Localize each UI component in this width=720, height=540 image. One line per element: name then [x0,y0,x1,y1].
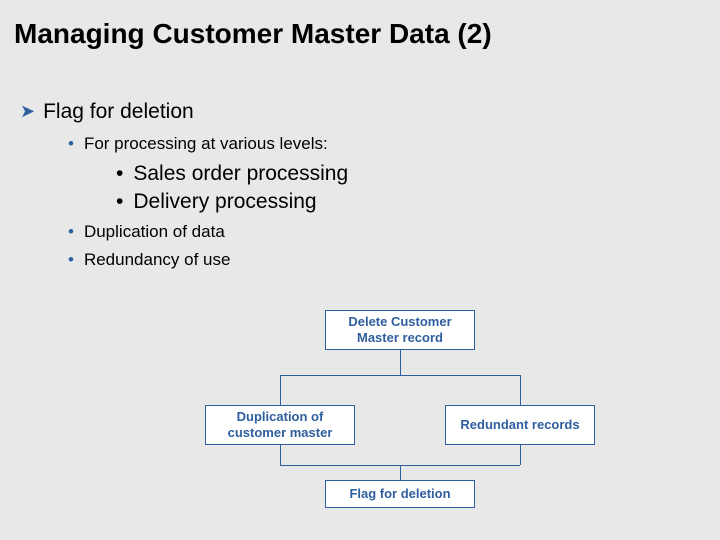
bullet-text: Delivery processing [133,190,316,213]
bullet-dot-icon: • [116,190,123,213]
connector-line [520,375,521,405]
bullet-dot-icon: • [68,250,74,269]
bullet-text: Duplication of data [84,222,225,241]
bullet-dot-icon: • [68,134,74,153]
bullet-level3: • Sales order processing [116,162,700,186]
bullet-level1: ➤ Flag for deletion [20,100,700,124]
bullet-text: Redundancy of use [84,250,231,269]
connector-line [520,445,521,465]
bullet-level2: • Redundancy of use [68,250,700,270]
bullet-level3: • Delivery processing [116,190,700,214]
bullet-text: Flag for deletion [43,100,194,124]
bullet-text: Sales order processing [133,162,348,185]
bullet-text: For processing at various levels: [84,134,328,153]
connector-line [400,350,401,375]
bullet-level2: • Duplication of data [68,222,700,242]
diagram-box-right: Redundant records [445,405,595,445]
content-area: ➤ Flag for deletion • For processing at v… [0,50,720,270]
slide-title: Managing Customer Master Data (2) [0,0,720,50]
connector-line [400,465,401,480]
diagram-box-bottom: Flag for deletion [325,480,475,508]
bullet-dot-icon: • [116,162,123,185]
connector-line [280,445,281,465]
arrow-icon: ➤ [20,101,35,122]
diagram: Delete Customer Master record Duplicatio… [180,310,640,510]
diagram-box-left: Duplication of customer master [205,405,355,445]
connector-line [280,375,520,376]
bullet-level2: • For processing at various levels: [68,134,700,154]
diagram-box-top: Delete Customer Master record [325,310,475,350]
bullet-dot-icon: • [68,222,74,241]
connector-line [280,375,281,405]
